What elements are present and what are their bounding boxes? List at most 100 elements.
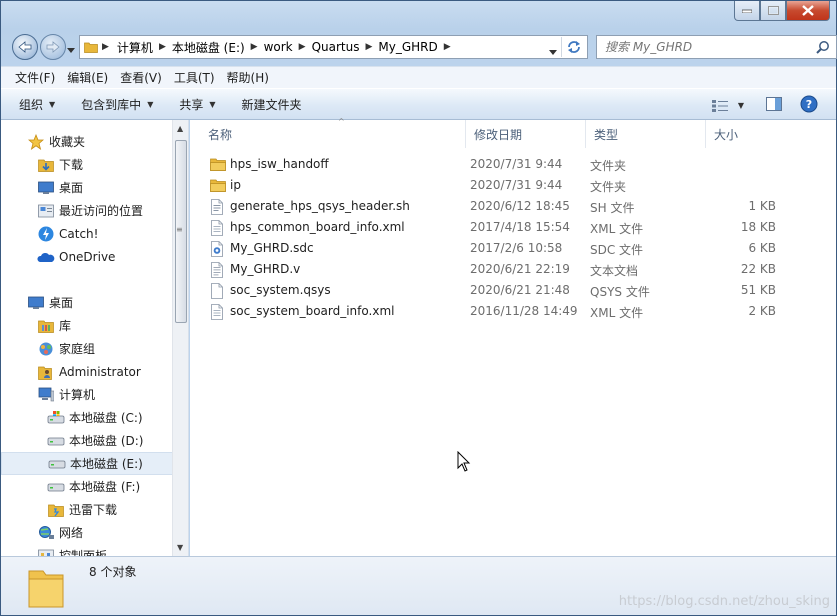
drive-icon (47, 433, 65, 449)
network-icon (37, 525, 55, 541)
folder-icon (210, 178, 226, 194)
watermark-text: https://blog.csdn.net/zhou_sking (618, 594, 830, 609)
file-name: soc_system_board_info.xml (230, 304, 395, 318)
sidebar-item[interactable]: 库 (1, 314, 173, 337)
address-bar[interactable]: ▶ 计算机 ▶ 本地磁盘 (E:) ▶ work ▶ Quartus ▶ My_GHRD… (79, 35, 588, 59)
desktop-icon (37, 180, 55, 196)
sidebar-item-label: 家庭组 (59, 342, 96, 356)
recent-pages-dropdown[interactable] (67, 42, 75, 56)
close-button[interactable] (786, 1, 830, 21)
file-row[interactable]: generate_hps_qsys_header.sh 2020/6/12 18:… (200, 196, 790, 217)
file-name: generate_hps_qsys_header.sh (230, 199, 410, 213)
star-icon (27, 133, 45, 150)
search-input[interactable] (605, 40, 805, 54)
breadcrumb-quartus[interactable]: Quartus ▶ (312, 40, 373, 54)
desktop-icon (27, 295, 45, 311)
column-header-size[interactable]: 大小 (706, 120, 786, 148)
file-row[interactable]: soc_system.qsys 2020/6/21 21:48 QSYS 文件 51 … (200, 280, 790, 301)
menu-help[interactable]: 帮助(H) (223, 67, 273, 88)
sidebar-item-label: Catch! (59, 226, 99, 241)
back-button[interactable] (12, 34, 38, 60)
maximize-button[interactable] (760, 1, 786, 21)
mouse-cursor-icon (457, 451, 471, 472)
file-type: 文件夹 (590, 180, 627, 194)
breadcrumb-label: 本地磁盘 (E:) (171, 40, 245, 55)
drive-icon (48, 456, 66, 472)
column-header-date[interactable]: 修改日期 (466, 120, 586, 148)
preview-pane-button[interactable] (766, 97, 782, 114)
sidebar-item[interactable]: 最近访问的位置 (1, 199, 173, 222)
sidebar-item[interactable]: 本地磁盘 (F:) (1, 475, 173, 498)
view-options-button[interactable]: ▼ (711, 99, 744, 112)
menu-view[interactable]: 查看(V) (116, 67, 166, 88)
sidebar-item-label: 本地磁盘 (E:) (70, 457, 143, 471)
help-button[interactable]: ? (800, 95, 818, 116)
sidebar-item[interactable]: 收藏夹 (1, 130, 173, 153)
caret-down-icon: ▼ (209, 99, 216, 109)
help-icon: ? (800, 95, 818, 113)
sidebar-item-label: 网络 (59, 526, 84, 540)
scroll-down-icon[interactable]: ▼ (177, 543, 183, 552)
sidebar-item[interactable]: Catch! (1, 222, 173, 245)
breadcrumb-work[interactable]: work ▶ (264, 40, 306, 54)
command-toolbar: 组织 ▼ 包含到库中 ▼ 共享 ▼ 新建文件夹 ▼ ? (1, 88, 836, 120)
column-header-name[interactable]: 名称 ^ (200, 117, 466, 148)
sidebar-item-label: 下载 (59, 158, 84, 172)
scrollbar-grip-icon: ≡ (176, 225, 183, 234)
menu-edit[interactable]: 编辑(E) (63, 67, 112, 88)
toolbar-right-group: ▼ ? (700, 95, 818, 116)
sidebar-item[interactable]: 网络 (1, 521, 173, 544)
menu-file[interactable]: 文件(F) (11, 67, 59, 88)
new-folder-button[interactable]: 新建文件夹 (242, 96, 302, 113)
file-type: XML 文件 (590, 222, 644, 236)
sidebar-item[interactable]: 桌面 (1, 176, 173, 199)
preview-pane-icon (766, 97, 782, 111)
sdc-file-icon (210, 241, 226, 257)
address-history-dropdown[interactable] (549, 44, 557, 58)
breadcrumb-my-ghrd[interactable]: My_GHRD ▶ (378, 40, 450, 54)
column-date-label: 修改日期 (474, 127, 523, 142)
file-size: 22 KB (740, 262, 776, 276)
sidebar-item[interactable]: OneDrive (1, 245, 173, 268)
share-button[interactable]: 共享 ▼ (179, 96, 215, 113)
organize-button[interactable]: 组织 ▼ (19, 96, 55, 113)
scroll-up-icon[interactable]: ▲ (177, 124, 183, 133)
breadcrumb-label: Quartus (311, 40, 360, 54)
minimize-button[interactable] (734, 1, 760, 21)
include-in-library-button[interactable]: 包含到库中 ▼ (81, 96, 153, 113)
sidebar-item[interactable]: 控制面板 (1, 544, 173, 556)
breadcrumb-label: 计算机 (116, 40, 153, 55)
file-row[interactable]: hps_isw_handoff 2020/7/31 9:44 文件夹 (200, 154, 790, 175)
sidebar-item[interactable]: 本地磁盘 (E:) (1, 452, 173, 475)
navigation-scrollbar[interactable]: ▲ ≡ ▼ (172, 120, 188, 556)
sidebar-item[interactable]: 计算机 (1, 383, 173, 406)
menu-tools[interactable]: 工具(T) (170, 67, 219, 88)
folder-icon (210, 157, 226, 173)
refresh-button[interactable] (561, 37, 585, 57)
sidebar-item[interactable]: 本地磁盘 (D:) (1, 429, 173, 452)
file-type: 文本文档 (590, 264, 639, 278)
file-row[interactable]: soc_system_board_info.xml 2016/11/28 14:4… (200, 301, 790, 322)
file-date: 2020/7/31 9:44 (470, 157, 563, 171)
text-file-icon (210, 262, 226, 278)
caret-down-icon: ▼ (49, 99, 56, 109)
caret-down-icon: ▼ (147, 99, 154, 109)
sidebar-item[interactable]: 本地磁盘 (C:) (1, 406, 173, 429)
file-row[interactable]: ip 2020/7/31 9:44 文件夹 (200, 175, 790, 196)
search-icon[interactable] (816, 40, 830, 57)
script-file-icon (210, 199, 226, 215)
column-header-type[interactable]: 类型 (586, 120, 706, 148)
file-row[interactable]: hps_common_board_info.xml 2017/4/18 15:54… (200, 217, 790, 238)
breadcrumb-drive-e[interactable]: 本地磁盘 (E:) ▶ (172, 39, 258, 56)
file-row[interactable]: My_GHRD.sdc 2017/2/6 10:58 SDC 文件 6 KB (200, 238, 790, 259)
file-row[interactable]: My_GHRD.v 2020/6/21 22:19 文本文档 22 KB (200, 259, 790, 280)
search-box[interactable] (596, 35, 837, 59)
sidebar-item[interactable]: Administrator (1, 360, 173, 383)
sidebar-item[interactable]: 桌面 (1, 291, 173, 314)
breadcrumb-computer[interactable]: 计算机 ▶ (117, 39, 166, 56)
sidebar-item[interactable]: 迅雷下载 (1, 498, 173, 521)
drive-c-icon (47, 410, 65, 426)
sidebar-item[interactable]: 下载 (1, 153, 173, 176)
sidebar-item[interactable]: 家庭组 (1, 337, 173, 360)
forward-button[interactable] (40, 34, 66, 60)
